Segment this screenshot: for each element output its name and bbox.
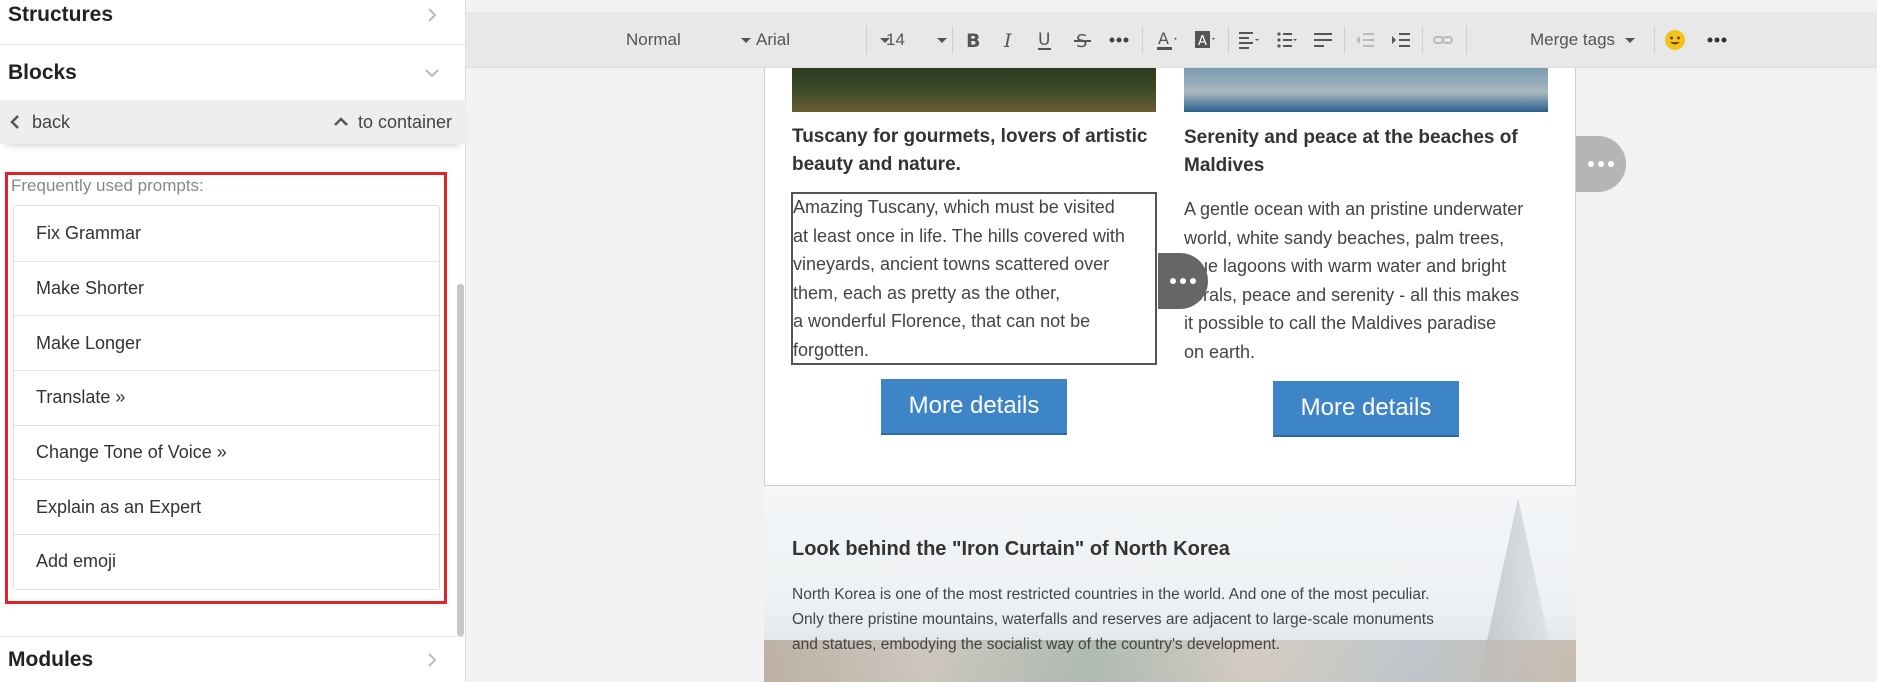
north-korea-text-line: and statues, embodying the socialist way… [792, 636, 1281, 653]
text-color-icon[interactable]: A [1154, 28, 1180, 52]
maldives-text-line: blue lagoons with warm water and bright [1184, 256, 1507, 276]
background-color-icon[interactable]: A [1192, 28, 1218, 52]
blocks-title: Blocks [8, 60, 77, 84]
maldives-text[interactable]: A gentle ocean with an pristine underwat… [1184, 195, 1554, 366]
back-button[interactable]: back [8, 112, 70, 133]
toolbar-divider [1422, 26, 1423, 54]
tuscany-text-line: them, each as pretty as the other, [793, 282, 1061, 303]
merge-tags-select[interactable]: Merge tags [1530, 12, 1636, 68]
maldives-text-line: on earth. [1184, 341, 1256, 362]
chevron-up-icon [334, 117, 348, 126]
tuscany-text-line: a wonderful Florence, that can not be [793, 311, 1091, 331]
prompt-make-longer[interactable]: Make Longer [14, 315, 439, 371]
maldives-text-line: it possible to call the Maldives paradis… [1184, 313, 1497, 333]
toolbar-divider [866, 26, 867, 54]
svg-text:U: U [1038, 30, 1050, 50]
navigation-bar: back to container [0, 100, 466, 144]
caret-down-icon [740, 37, 751, 43]
tuscany-text-line: Amazing Tuscany, which must be visited [793, 197, 1115, 217]
toolbar-divider [952, 26, 953, 54]
north-korea-title[interactable]: Look behind the "Iron Curtain" of North … [792, 538, 1230, 561]
maldives-text-line: corals, peace and serenity - all this ma… [1184, 284, 1520, 305]
maldives-title[interactable]: Serenity and peace at the beaches of Mal… [1184, 124, 1549, 180]
strikethrough-icon[interactable]: S [1070, 28, 1096, 52]
prompts-header: Frequently used prompts: [11, 176, 204, 195]
north-korea-text-line: North Korea is one of the most restricte… [792, 586, 1430, 603]
back-label: back [32, 111, 71, 132]
toolbar-divider [1466, 26, 1467, 54]
chevron-right-icon [424, 652, 440, 668]
merge-tags-label: Merge tags [1530, 30, 1616, 49]
blocks-section[interactable]: Blocks [0, 44, 466, 100]
emoji-icon[interactable] [1662, 28, 1688, 52]
line-height-icon[interactable] [1310, 28, 1336, 52]
structures-title: Structures [8, 3, 114, 26]
chevron-right-icon [424, 7, 440, 23]
prompts-panel: Frequently used prompts: Fix Grammar Mak… [5, 172, 447, 604]
caret-down-icon [1625, 37, 1636, 43]
more-options-icon[interactable] [1704, 28, 1730, 52]
north-korea-text[interactable]: North Korea is one of the most restricte… [792, 582, 1492, 657]
toolbar-divider [1228, 26, 1229, 54]
to-container-label: to container [357, 111, 452, 132]
svg-text:I: I [1003, 30, 1012, 52]
text-toolbar: Normal Arial 14 B I U S A A Merge tags [466, 12, 1877, 68]
left-panel: Structures Blocks back to container Freq… [0, 0, 466, 682]
tuscany-text-line: vineyards, ancient towns scattered over [793, 254, 1110, 274]
tuscany-text-line: forgotten. [793, 339, 870, 360]
toolbar-divider [1142, 26, 1143, 54]
structures-section[interactable]: Structures [0, 0, 466, 30]
size-select[interactable]: 14 [886, 12, 947, 68]
sidebar-scrollbar[interactable] [457, 284, 464, 636]
outdent-icon[interactable] [1352, 28, 1378, 52]
format-select[interactable]: Normal [626, 12, 751, 68]
maldives-image[interactable] [1184, 68, 1548, 112]
font-select[interactable]: Arial [756, 12, 891, 68]
svg-text:A: A [1198, 34, 1207, 49]
modules-title: Modules [8, 647, 94, 671]
north-korea-text-line: Only there pristine mountains, waterfall… [792, 611, 1434, 628]
svg-text:A: A [1158, 29, 1169, 48]
prompt-add-emoji[interactable]: Add emoji [14, 534, 439, 589]
underline-icon[interactable]: U [1032, 28, 1058, 52]
more-format-icon[interactable] [1106, 28, 1132, 52]
format-value: Normal [626, 30, 681, 49]
caret-down-icon [936, 37, 947, 43]
tuscany-more-details-button[interactable]: More details [881, 379, 1067, 435]
bold-icon[interactable]: B [960, 28, 986, 52]
font-value: Arial [756, 30, 791, 49]
svg-text:B: B [966, 30, 980, 52]
to-container-button[interactable]: to container [334, 112, 452, 133]
prompt-explain-expert[interactable]: Explain as an Expert [14, 479, 439, 535]
toolbar-divider [1654, 26, 1655, 54]
italic-icon[interactable]: I [996, 28, 1022, 52]
tuscany-image[interactable] [792, 68, 1156, 112]
maldives-more-details-button[interactable]: More details [1273, 381, 1459, 437]
chevron-left-icon [10, 115, 19, 129]
link-icon[interactable] [1430, 28, 1456, 52]
prompt-change-tone[interactable]: Change Tone of Voice » [14, 424, 439, 480]
prompt-translate[interactable]: Translate » [14, 370, 439, 425]
size-value: 14 [886, 30, 905, 49]
toolbar-divider [1344, 26, 1345, 54]
tuscany-text[interactable]: Amazing Tuscany, which must be visited a… [793, 193, 1159, 364]
tuscany-title[interactable]: Tuscany for gourmets, lovers of artistic… [792, 123, 1157, 179]
list-icon[interactable] [1274, 28, 1300, 52]
maldives-text-line: world, white sandy beaches, palm trees, [1184, 227, 1505, 248]
indent-icon[interactable] [1388, 28, 1414, 52]
tuscany-text-line: at least once in life. The hills covered… [793, 225, 1125, 246]
prompt-make-shorter[interactable]: Make Shorter [14, 260, 439, 316]
prompts-list: Fix Grammar Make Shorter Make Longer Tra… [13, 205, 440, 590]
prompt-fix-grammar[interactable]: Fix Grammar [14, 206, 439, 261]
modules-section[interactable]: Modules [0, 636, 466, 682]
align-icon[interactable] [1236, 28, 1262, 52]
chevron-down-icon [424, 65, 440, 81]
maldives-text-line: A gentle ocean with an pristine underwat… [1184, 199, 1524, 219]
structure-options-icon[interactable] [1576, 136, 1626, 192]
